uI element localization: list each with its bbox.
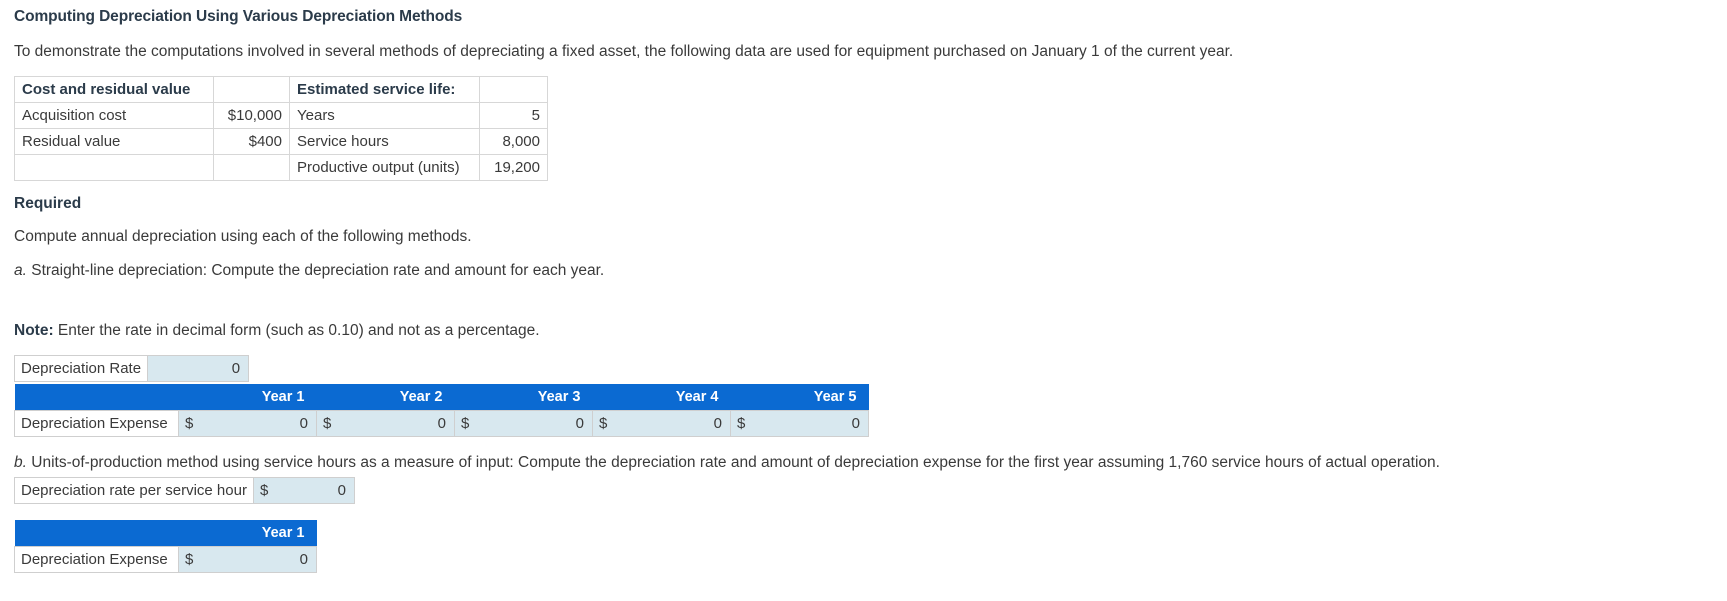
- year-5-header: Year 5: [762, 383, 869, 411]
- fact-value-residual-value: $400: [213, 127, 290, 155]
- year-5-header-spacer: [730, 383, 763, 411]
- fact-value-service-hours: 8,000: [479, 127, 548, 155]
- fact-value-years: 5: [479, 101, 548, 129]
- service-hour-rate-currency-symbol: $: [252, 476, 274, 504]
- year-1-header: Year 1: [210, 383, 317, 411]
- table-row: Residual value $400 Service hours 8,000: [14, 127, 548, 155]
- depreciation-expense-label-b: Depreciation Expense: [14, 545, 179, 573]
- table-row: Depreciation Expense $ 0: [14, 545, 317, 573]
- required-text: Compute annual depreciation using each o…: [14, 227, 472, 245]
- service-hour-rate-row: Depreciation rate per service hour $ 0: [14, 476, 355, 504]
- year-2-header-spacer: [316, 383, 349, 411]
- service-hour-rate-input[interactable]: 0: [273, 476, 355, 504]
- year-1-expense-input[interactable]: 0: [210, 409, 317, 437]
- fact-value-productive-output: 19,200: [479, 153, 548, 181]
- part-a-text: Straight-line depreciation: Compute the …: [31, 261, 605, 279]
- table-row: Depreciation Rate 0: [13, 354, 250, 382]
- part-a-letter: a.: [14, 261, 27, 279]
- fact-value-empty: [213, 153, 290, 181]
- year-2-expense-input[interactable]: 0: [348, 409, 455, 437]
- page-title: Computing Depreciation Using Various Dep…: [14, 8, 463, 25]
- year-5-expense-input[interactable]: 0: [762, 409, 869, 437]
- table-row: Depreciation rate per service hour $ 0: [14, 476, 355, 504]
- year-1-currency-symbol: $: [178, 409, 211, 437]
- fact-header-left: Cost and residual value: [14, 75, 214, 103]
- depreciation-rate-label: Depreciation Rate: [13, 354, 149, 382]
- given-data-table: Cost and residual value Estimated servic…: [14, 75, 548, 181]
- fact-label-service-hours: Service hours: [289, 127, 480, 155]
- year-4-header-spacer: [592, 383, 625, 411]
- units-of-production-year-table: Year 1 Depreciation Expense $ 0: [14, 519, 317, 573]
- year-1-expense-input-b[interactable]: 0: [210, 545, 317, 573]
- year-4-header: Year 4: [624, 383, 731, 411]
- depreciation-rate-input[interactable]: 0: [147, 354, 250, 382]
- table-header-row: Year 1: [14, 519, 317, 547]
- year-5-currency-symbol: $: [730, 409, 763, 437]
- year-3-header-spacer: [454, 383, 487, 411]
- year-4-currency-symbol: $: [592, 409, 625, 437]
- fact-header-right: Estimated service life:: [289, 75, 480, 103]
- table-row: Depreciation Expense $ 0 $ 0 $ 0 $ 0 $ 0: [14, 409, 869, 437]
- service-hour-rate-label: Depreciation rate per service hour: [14, 476, 254, 504]
- fact-label-residual-value: Residual value: [14, 127, 214, 155]
- fact-label-empty: [14, 153, 214, 181]
- depreciation-rate-row: Depreciation Rate 0: [13, 354, 250, 382]
- year-2-header: Year 2: [348, 383, 455, 411]
- exercise-page: Computing Depreciation Using Various Dep…: [0, 0, 1727, 573]
- year-1-currency-symbol-b: $: [178, 545, 211, 573]
- fact-label-years: Years: [289, 101, 480, 129]
- fact-header-left-value: [213, 75, 290, 103]
- required-heading: Required: [14, 194, 82, 212]
- year-2-currency-symbol: $: [316, 409, 349, 437]
- year-4-expense-input[interactable]: 0: [624, 409, 731, 437]
- year-1-header-b: Year 1: [210, 519, 317, 547]
- note-text: Enter the rate in decimal form (such as …: [57, 321, 540, 339]
- year-1-header-spacer: [178, 383, 211, 411]
- year-table-corner: [14, 383, 179, 411]
- part-b-letter: b.: [14, 453, 27, 471]
- part-a-prompt: a. Straight-line depreciation: Compute t…: [14, 261, 1713, 282]
- fact-label-productive-output: Productive output (units): [289, 153, 480, 181]
- year-1-header-spacer-b: [178, 519, 211, 547]
- part-a-note: Note: Enter the rate in decimal form (su…: [14, 321, 1713, 342]
- part-b-prompt: b. Units-of-production method using serv…: [14, 453, 1713, 474]
- year-3-header: Year 3: [486, 383, 593, 411]
- intro-paragraph: To demonstrate the computations involved…: [14, 43, 1234, 60]
- year-3-currency-symbol: $: [454, 409, 487, 437]
- note-label: Note:: [14, 321, 54, 339]
- fact-value-acquisition-cost: $10,000: [213, 101, 290, 129]
- table-header-row: Year 1 Year 2 Year 3 Year 4 Year 5: [14, 383, 869, 411]
- part-b-text: Units-of-production method using service…: [31, 453, 1440, 471]
- year-3-expense-input[interactable]: 0: [486, 409, 593, 437]
- depreciation-expense-label: Depreciation Expense: [14, 409, 179, 437]
- fact-header-right-value: [479, 75, 548, 103]
- year-table-corner-b: [14, 519, 179, 547]
- straight-line-year-table: Year 1 Year 2 Year 3 Year 4 Year 5 Depre…: [14, 383, 869, 437]
- fact-label-acquisition-cost: Acquisition cost: [14, 101, 214, 129]
- table-row: Cost and residual value Estimated servic…: [14, 75, 548, 103]
- table-row: Productive output (units) 19,200: [14, 153, 548, 181]
- table-row: Acquisition cost $10,000 Years 5: [14, 101, 548, 129]
